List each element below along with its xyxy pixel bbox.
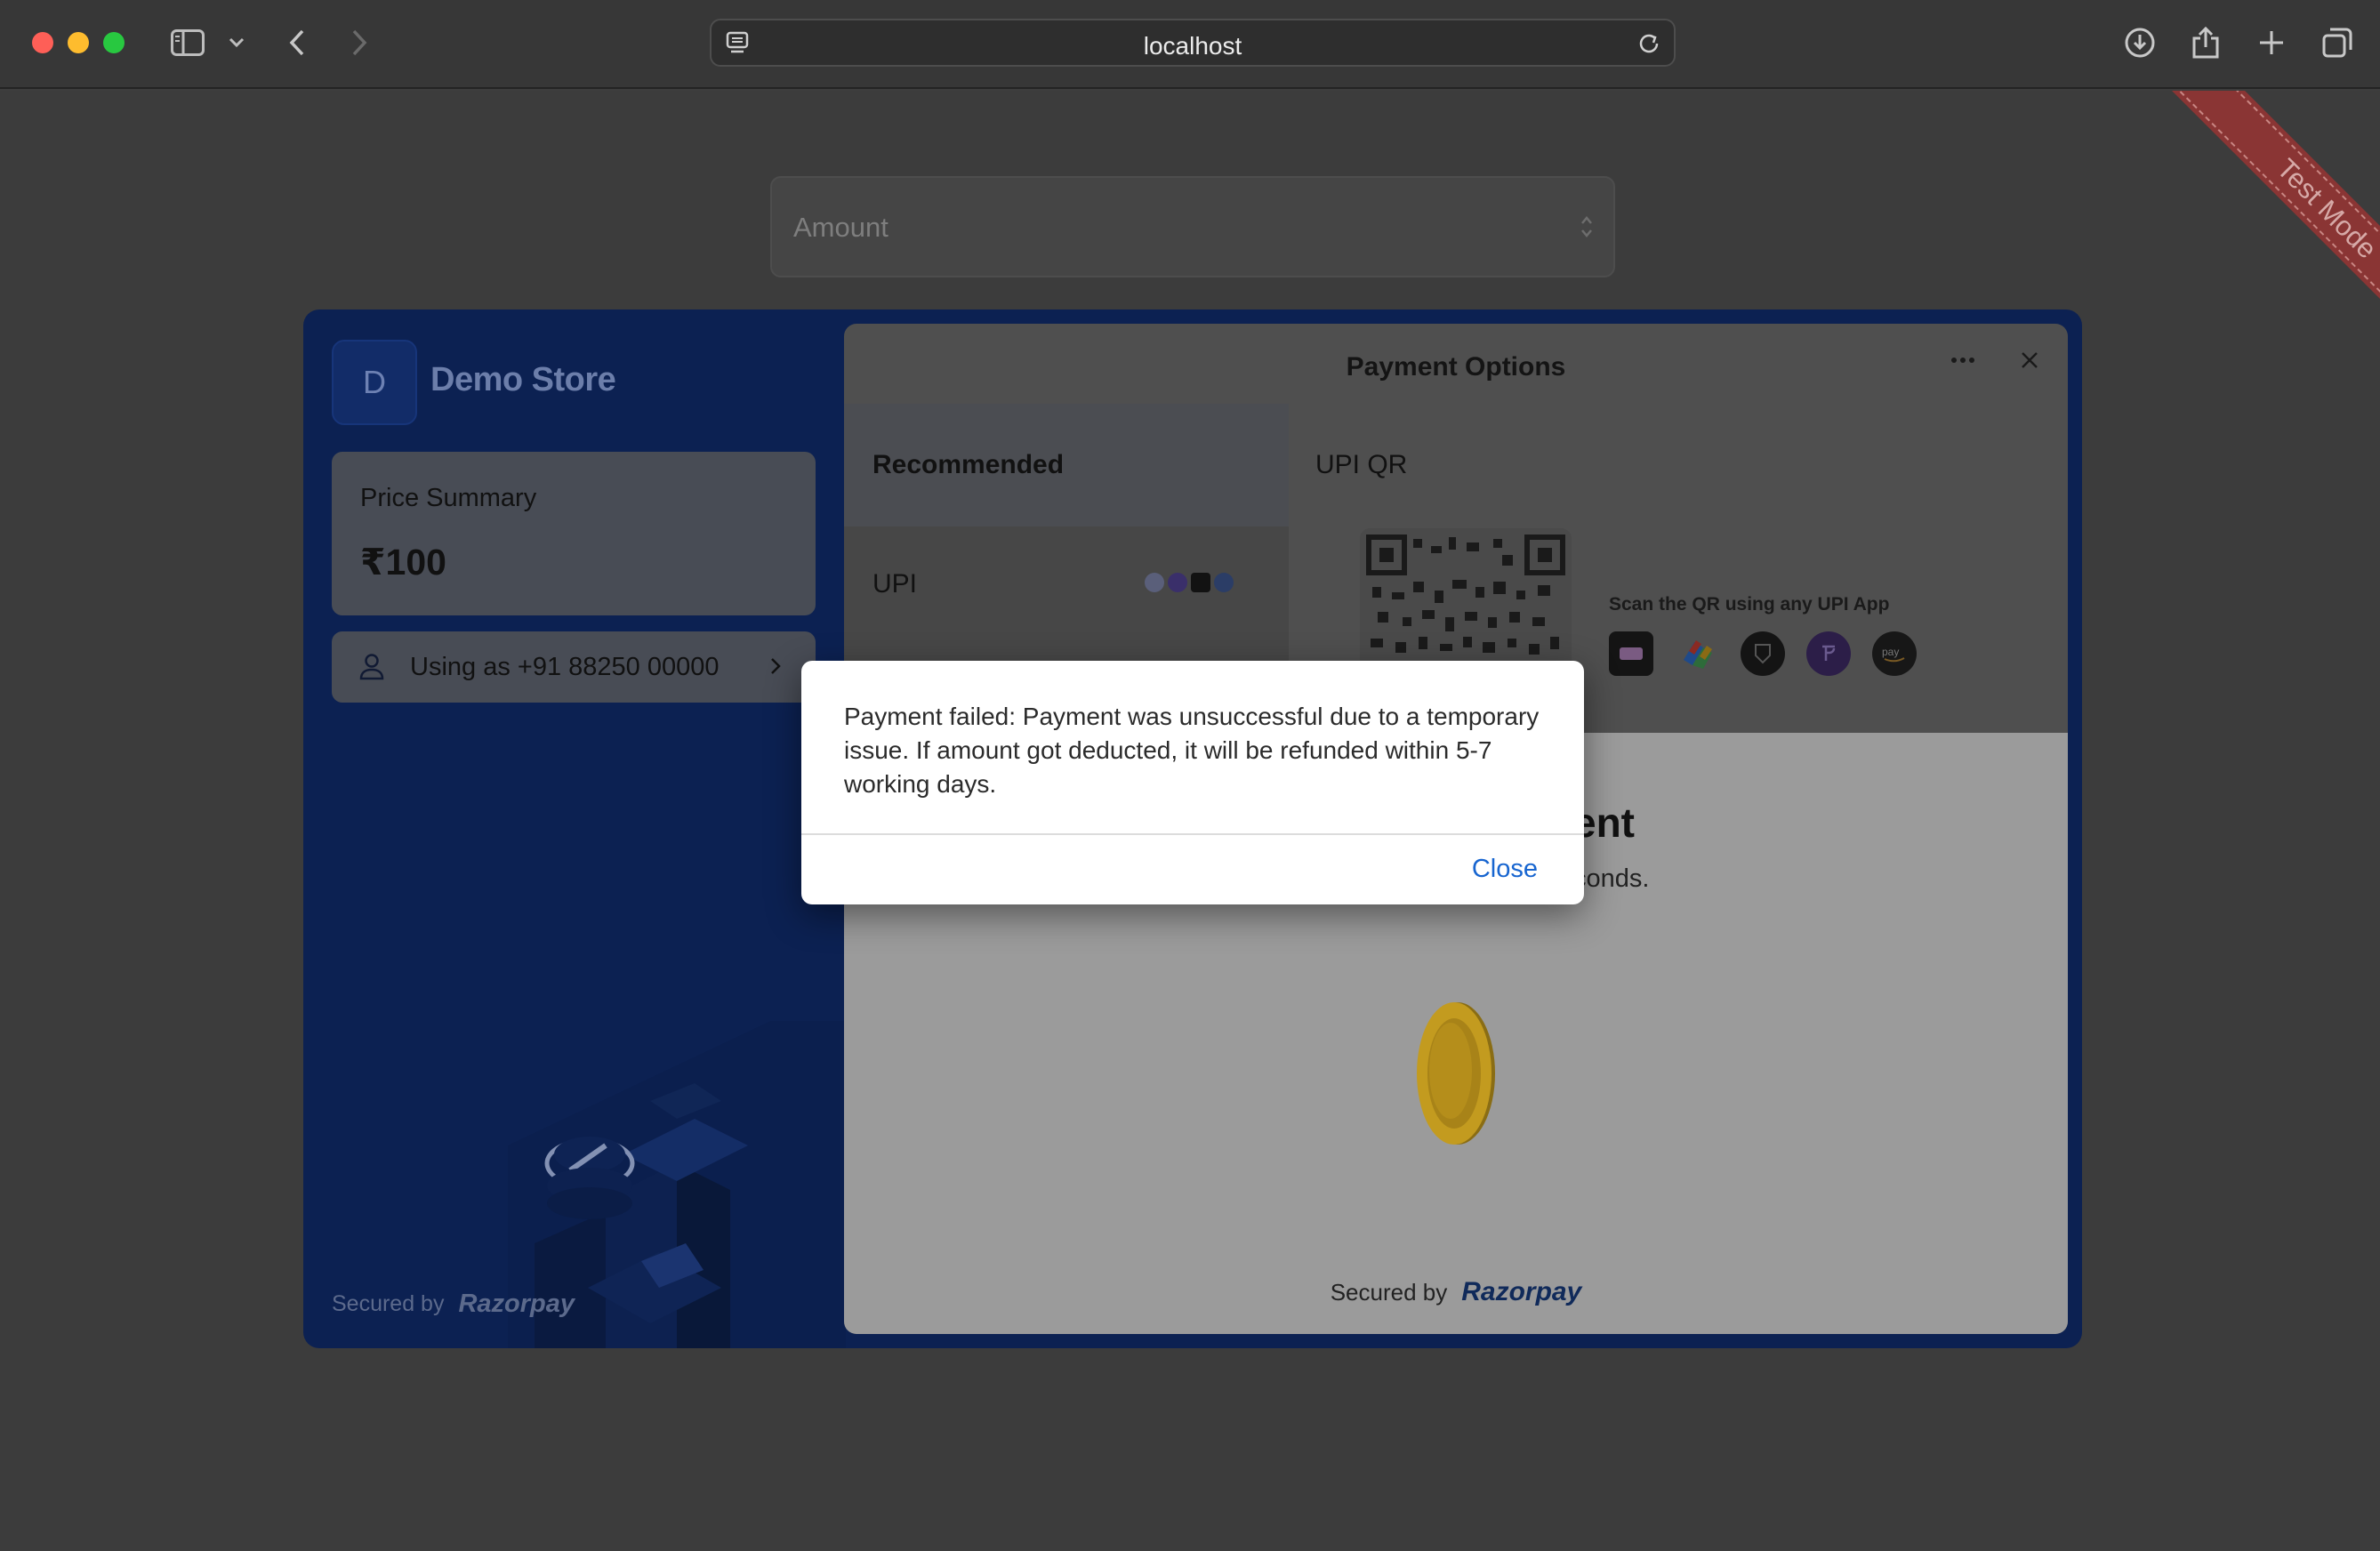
close-checkout-icon[interactable] bbox=[2020, 350, 2039, 374]
test-mode-label: Test Mode bbox=[2271, 152, 2380, 265]
payment-failed-dialog: Payment failed: Payment was unsuccessful… bbox=[801, 661, 1584, 904]
stepper-icon[interactable] bbox=[1580, 213, 1594, 245]
new-tab-icon[interactable] bbox=[2254, 25, 2289, 60]
store-name: Demo Store bbox=[430, 361, 616, 398]
upi-app-icons-small bbox=[1145, 573, 1234, 592]
cred-icon bbox=[1191, 573, 1210, 592]
secured-by-right: Secured by Razorpay bbox=[844, 1277, 2068, 1307]
test-mode-ribbon: Test Mode bbox=[2151, 91, 2380, 385]
method-upi[interactable]: UPI bbox=[872, 569, 917, 599]
google-pay-icon bbox=[1145, 573, 1164, 592]
svg-text:pay: pay bbox=[1882, 646, 1899, 658]
user-icon bbox=[358, 653, 385, 686]
url-text: localhost bbox=[1143, 32, 1242, 60]
google-pay-icon[interactable] bbox=[1675, 631, 1719, 676]
upi-apps-row: pay bbox=[1609, 631, 1917, 676]
razorpay-logo: Razorpay bbox=[1461, 1277, 1582, 1306]
zoom-window-button[interactable] bbox=[103, 32, 125, 53]
share-icon[interactable] bbox=[2188, 25, 2223, 60]
payment-options-title: Payment Options bbox=[1346, 352, 1566, 382]
qr-scan-text: Scan the QR using any UPI App bbox=[1609, 594, 1890, 615]
amount-input[interactable]: Amount bbox=[770, 176, 1615, 277]
amount-placeholder: Amount bbox=[793, 212, 888, 243]
close-window-button[interactable] bbox=[32, 32, 53, 53]
razorpay-logo: Razorpay bbox=[458, 1290, 575, 1318]
download-icon[interactable] bbox=[2122, 25, 2158, 60]
checkout-left-panel: D Demo Store Price Summary ₹100 Using as… bbox=[303, 309, 846, 1348]
contact-text: Using as +91 88250 00000 bbox=[410, 653, 720, 681]
price-value: ₹100 bbox=[360, 542, 446, 583]
method-recommended[interactable]: Recommended bbox=[844, 404, 1289, 526]
dialog-close-button[interactable]: Close bbox=[1472, 855, 1538, 884]
dialog-divider bbox=[801, 833, 1584, 835]
paytm-icon[interactable] bbox=[1609, 631, 1653, 676]
sidebar-toggle-icon[interactable] bbox=[169, 25, 206, 60]
store-logo: D bbox=[332, 340, 417, 425]
price-summary-card: Price Summary ₹100 bbox=[332, 452, 816, 615]
secured-by-label: Secured by bbox=[1330, 1278, 1448, 1306]
contact-row[interactable]: Using as +91 88250 00000 bbox=[332, 631, 816, 703]
tab-overview-icon[interactable] bbox=[2320, 25, 2355, 60]
upi-qr-title: UPI QR bbox=[1315, 450, 1408, 479]
secured-by-label: Secured by bbox=[332, 1291, 445, 1316]
price-summary-label: Price Summary bbox=[360, 484, 537, 512]
more-options-icon[interactable] bbox=[1950, 352, 1975, 368]
chevron-right-icon bbox=[769, 656, 782, 680]
back-icon[interactable] bbox=[285, 25, 310, 60]
coin-icon bbox=[1417, 1002, 1495, 1145]
amazon-pay-icon[interactable]: pay bbox=[1872, 631, 1917, 676]
phonepe-icon[interactable] bbox=[1806, 631, 1851, 676]
method-label: Recommended bbox=[872, 450, 1065, 479]
processing-subtitle: conds. bbox=[1573, 864, 1650, 893]
forward-icon[interactable] bbox=[347, 25, 372, 60]
phonepe-icon bbox=[1168, 573, 1187, 592]
address-bar[interactable]: localhost bbox=[710, 19, 1676, 67]
cred-icon[interactable] bbox=[1741, 631, 1785, 676]
minimize-window-button[interactable] bbox=[68, 32, 89, 53]
reload-icon[interactable] bbox=[1636, 31, 1661, 60]
browser-toolbar: localhost bbox=[0, 0, 2380, 89]
secured-by-left: Secured by Razorpay bbox=[332, 1290, 575, 1319]
paytm-icon bbox=[1214, 573, 1234, 592]
dialog-message: Payment failed: Payment was unsuccessful… bbox=[844, 703, 1540, 798]
chevron-down-icon[interactable] bbox=[226, 25, 247, 60]
